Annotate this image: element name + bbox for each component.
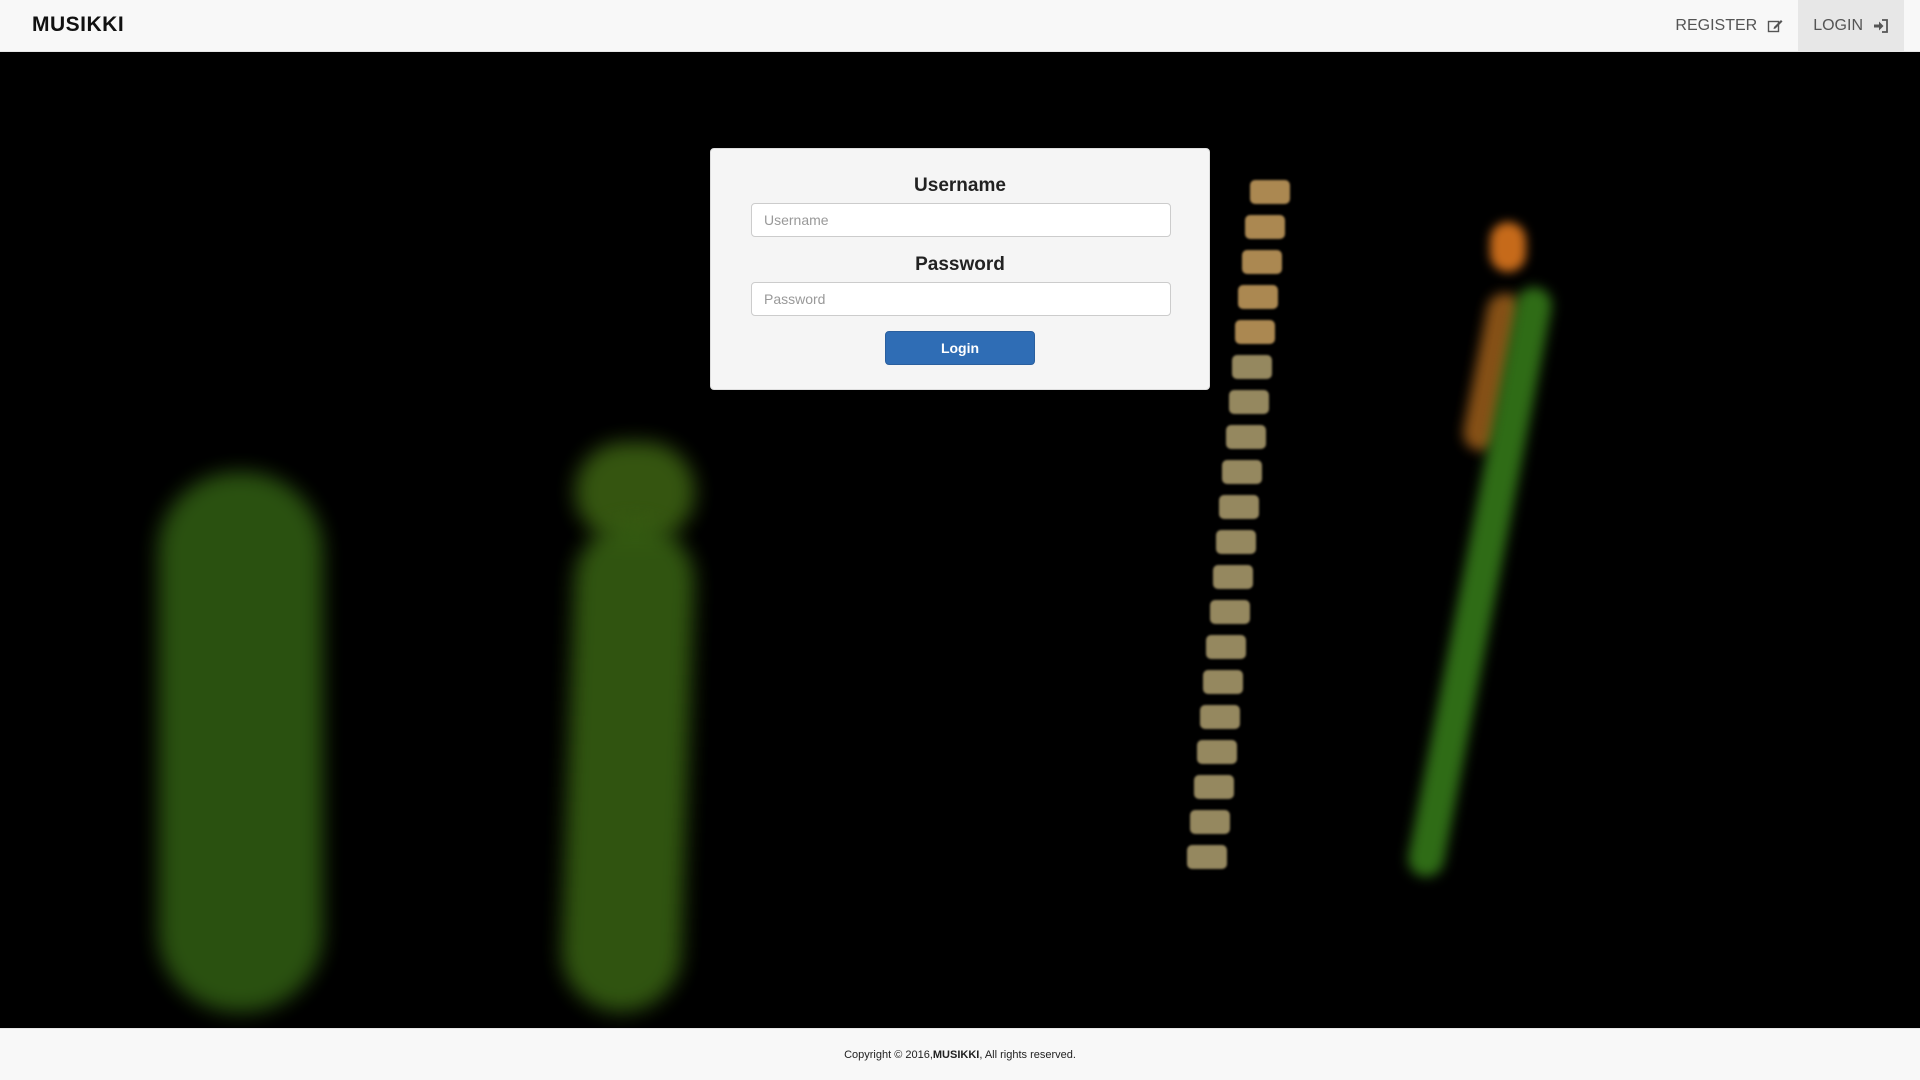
bg-led-segment — [1238, 285, 1279, 309]
edit-icon — [1768, 19, 1783, 32]
bg-led-segment — [1250, 180, 1290, 204]
register-label: REGISTER — [1675, 16, 1758, 34]
bg-led-segment — [1200, 705, 1240, 729]
top-navbar: MUSIKKI REGISTER LOGIN — [0, 0, 1920, 52]
bg-led-segment — [1212, 565, 1253, 589]
bg-led-segment — [1244, 215, 1285, 239]
footer-copyright-prefix: Copyright © 2016, — [844, 1048, 933, 1061]
footer-copyright-suffix: , All rights reserved. — [979, 1048, 1076, 1061]
footer-brand: MUSIKKI — [932, 1048, 980, 1061]
bg-light-center — [559, 520, 697, 1014]
sign-in-icon — [1874, 18, 1888, 33]
bg-led-segment — [1196, 740, 1237, 764]
bg-led-segment — [1187, 845, 1228, 869]
bg-light-right-top — [1490, 222, 1526, 272]
bg-led-segment — [1206, 635, 1247, 659]
bg-led-segment — [1235, 320, 1276, 344]
bg-led-segment — [1232, 355, 1272, 379]
password-label: Password — [915, 254, 1005, 275]
login-card: Username Password Login — [710, 148, 1210, 390]
bg-led-segment — [1228, 390, 1269, 414]
login-link[interactable]: LOGIN — [1798, 0, 1904, 51]
bg-led-segment — [1193, 775, 1234, 799]
bg-led-segment — [1209, 600, 1250, 624]
register-link[interactable]: REGISTER — [1660, 0, 1798, 51]
password-input[interactable] — [751, 282, 1171, 316]
bg-led-segment — [1190, 810, 1231, 834]
username-input[interactable] — [751, 203, 1171, 237]
login-button[interactable]: Login — [885, 331, 1035, 365]
bg-light-left — [158, 472, 323, 1012]
login-nav-label: LOGIN — [1813, 16, 1863, 34]
bg-led-segment — [1216, 530, 1256, 554]
nav-links: REGISTER LOGIN — [1660, 0, 1904, 51]
bg-led-segment — [1203, 670, 1244, 694]
footer: Copyright © 2016, MUSIKKI , All rights r… — [0, 1028, 1920, 1080]
username-label: Username — [914, 175, 1006, 196]
bg-led-segment — [1219, 495, 1260, 519]
bg-led-segment — [1225, 425, 1266, 449]
bg-led-segment — [1241, 250, 1282, 274]
brand-logo[interactable]: MUSIKKI — [32, 13, 124, 37]
bg-led-segment — [1222, 460, 1263, 484]
